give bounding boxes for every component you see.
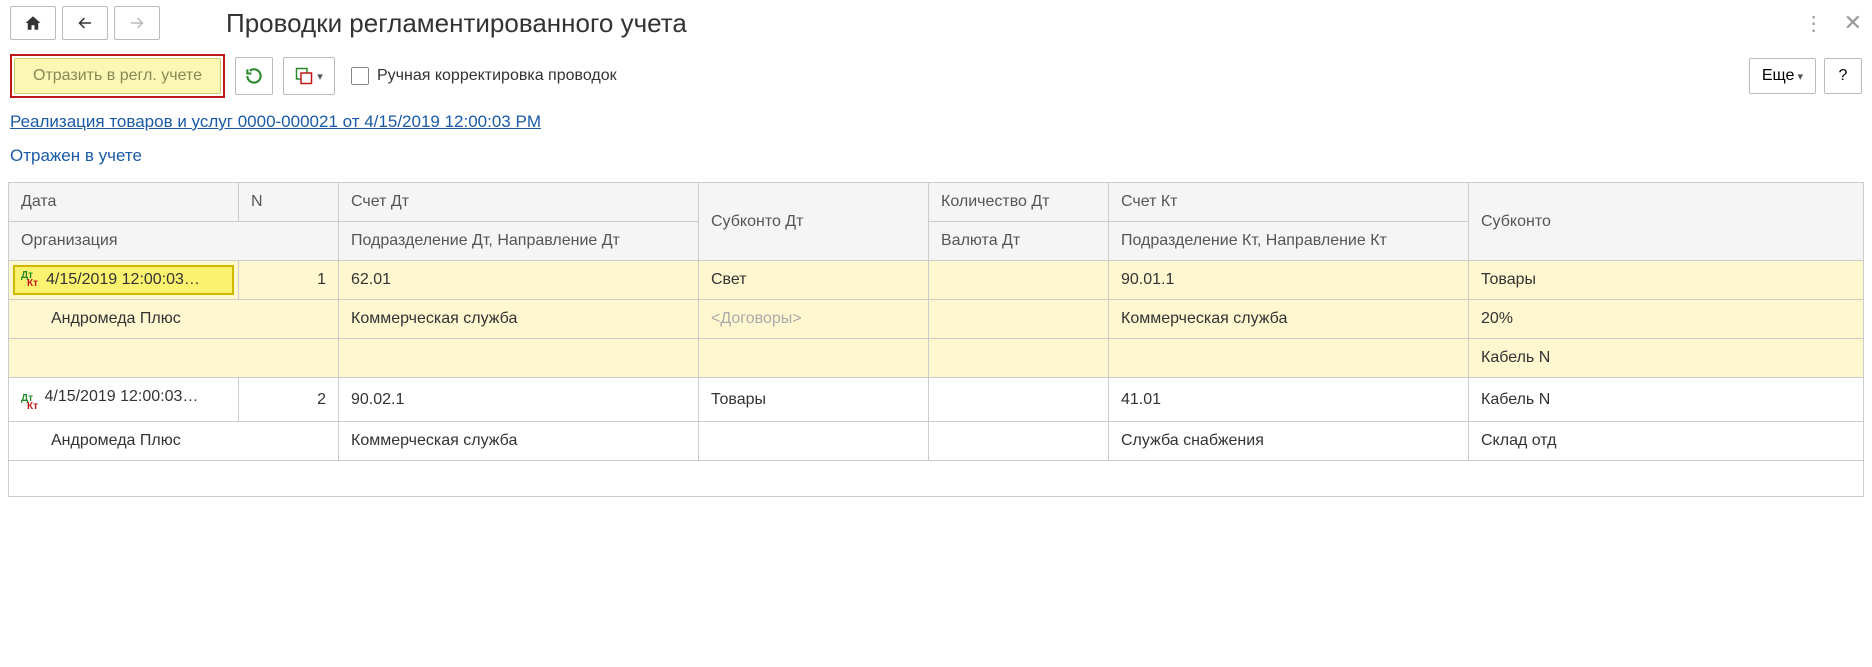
cell-acc-dt: 90.02.1	[339, 378, 699, 422]
cell-sub-kt2: 20%	[1469, 300, 1864, 339]
home-icon	[24, 14, 42, 32]
table-row[interactable]: Андромеда Плюс Коммерческая служба <Дого…	[9, 300, 1864, 339]
cell-cur-dt	[929, 300, 1109, 339]
cell-qty-dt	[929, 261, 1109, 300]
reflect-button[interactable]: Отразить в регл. учете	[14, 58, 221, 94]
more-button[interactable]: Еще	[1749, 58, 1816, 94]
arrow-left-icon	[76, 14, 94, 32]
manual-checkbox-label: Ручная корректировка проводок	[377, 67, 617, 85]
cell-n: 1	[239, 261, 339, 300]
table-row[interactable]: ДтКт 4/15/2019 12:00:03… 2 90.02.1 Товар…	[9, 378, 1864, 422]
refresh-button[interactable]	[235, 57, 273, 95]
col-acc-kt[interactable]: Счет Кт	[1109, 183, 1469, 222]
col-date[interactable]: Дата	[9, 183, 239, 222]
highlight-marker: Отразить в регл. учете	[10, 54, 225, 98]
col-dept-kt[interactable]: Подразделение Кт, Направление Кт	[1109, 222, 1469, 261]
cell-date: 4/15/2019 12:00:03…	[46, 271, 200, 289]
close-icon[interactable]: ✕	[1844, 10, 1862, 36]
cell-date: 4/15/2019 12:00:03…	[44, 388, 198, 405]
dtkt-row-icon: ДтКт	[21, 272, 38, 288]
document-link[interactable]: Реализация товаров и услуг 0000-000021 о…	[10, 112, 541, 131]
cell-qty-dt	[929, 378, 1109, 422]
cell-dept-dt: Коммерческая служба	[339, 300, 699, 339]
cell-sub-kt2: Склад отд	[1469, 422, 1864, 461]
dtkt-icon	[295, 67, 313, 85]
table-row[interactable]: ДтКт 4/15/2019 12:00:03… 1 62.01 Свет 90…	[9, 261, 1864, 300]
col-cur-dt[interactable]: Валюта Дт	[929, 222, 1109, 261]
arrow-right-icon	[128, 14, 146, 32]
table-row[interactable]	[9, 461, 1864, 497]
cell-org: Андромеда Плюс	[9, 300, 339, 339]
cell-acc-dt: 62.01	[339, 261, 699, 300]
col-sub-kt[interactable]: Субконто	[1469, 183, 1864, 261]
dtkt-dropdown-button[interactable]	[283, 57, 335, 95]
col-dept-dt[interactable]: Подразделение Дт, Направление Дт	[339, 222, 699, 261]
status-text: Отражен в учете	[0, 138, 1872, 182]
cell-acc-kt: 41.01	[1109, 378, 1469, 422]
cell-sub-dt2	[699, 422, 929, 461]
help-button[interactable]: ?	[1824, 58, 1862, 94]
entries-table: Дата N Счет Дт Субконто Дт Количество Дт…	[8, 182, 1864, 497]
table-row[interactable]: Андромеда Плюс Коммерческая служба Служб…	[9, 422, 1864, 461]
cell-sub-kt: Товары	[1469, 261, 1864, 300]
col-sub-dt[interactable]: Субконто Дт	[699, 183, 929, 261]
col-org[interactable]: Организация	[9, 222, 339, 261]
cell-sub-dt: Товары	[699, 378, 929, 422]
col-qty-dt[interactable]: Количество Дт	[929, 183, 1109, 222]
col-acc-dt[interactable]: Счет Дт	[339, 183, 699, 222]
cell-sub-kt3: Кабель N	[1469, 339, 1864, 378]
cell-sub-dt: Свет	[699, 261, 929, 300]
kebab-menu-icon[interactable]: ⋮	[1804, 11, 1824, 36]
forward-button[interactable]	[114, 6, 160, 40]
home-button[interactable]	[10, 6, 56, 40]
cell-cur-dt	[929, 422, 1109, 461]
checkbox-icon	[351, 67, 369, 85]
cell-acc-kt: 90.01.1	[1109, 261, 1469, 300]
cell-sub-kt: Кабель N	[1469, 378, 1864, 422]
manual-checkbox-wrap[interactable]: Ручная корректировка проводок	[351, 67, 617, 85]
col-n[interactable]: N	[239, 183, 339, 222]
dtkt-row-icon: ДтКт	[21, 395, 38, 411]
cell-dept-dt: Коммерческая служба	[339, 422, 699, 461]
back-button[interactable]	[62, 6, 108, 40]
cell-dept-kt: Служба снабжения	[1109, 422, 1469, 461]
page-title: Проводки регламентированного учета	[226, 8, 687, 39]
refresh-icon	[244, 66, 264, 86]
cell-org: Андромеда Плюс	[9, 422, 339, 461]
cell-n: 2	[239, 378, 339, 422]
cell-dept-kt: Коммерческая служба	[1109, 300, 1469, 339]
table-row[interactable]: Кабель N	[9, 339, 1864, 378]
cell-sub-dt2: <Договоры>	[699, 300, 929, 339]
